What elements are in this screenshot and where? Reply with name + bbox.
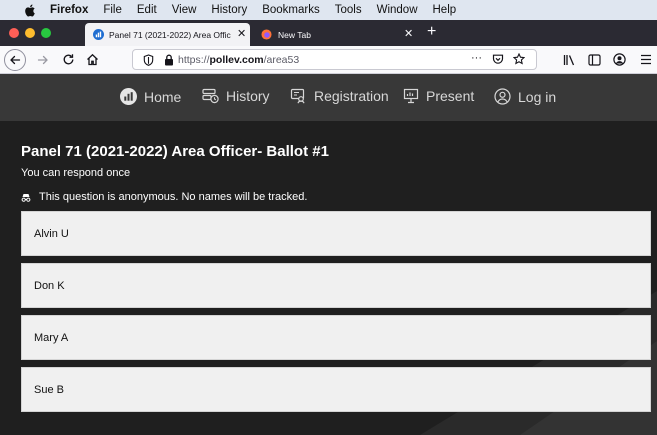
menu-edit[interactable]: Edit xyxy=(137,4,157,16)
sidebar-icon[interactable] xyxy=(588,54,601,66)
menu-app-name[interactable]: Firefox xyxy=(50,4,88,16)
nav-present-label: Present xyxy=(426,88,475,104)
nav-present[interactable]: Present xyxy=(403,88,474,104)
library-icon[interactable] xyxy=(563,54,576,66)
history-icon xyxy=(202,88,219,104)
poll-title: Panel 71 (2021-2022) Area Officer- Ballo… xyxy=(21,143,329,160)
user-icon xyxy=(494,88,511,105)
nav-home-label: Home xyxy=(144,88,182,105)
present-icon xyxy=(403,88,419,104)
menu-help[interactable]: Help xyxy=(433,4,457,16)
new-tab-button[interactable]: + xyxy=(427,23,436,41)
window-close-button[interactable] xyxy=(9,28,19,38)
site-nav: Home History Registration Present Log in xyxy=(0,74,657,121)
nav-history[interactable]: History xyxy=(202,88,270,104)
menu-view[interactable]: View xyxy=(172,4,197,16)
address-bar[interactable]: https://pollev.com/area53 ··· xyxy=(132,49,537,70)
tab-close-icon[interactable]: ✕ xyxy=(404,29,413,40)
tab-title: Panel 71 (2021-2022) Area Offic xyxy=(109,29,231,40)
apple-logo-icon[interactable] xyxy=(24,4,36,17)
padlock-icon[interactable] xyxy=(164,54,174,66)
window-zoom-button[interactable] xyxy=(41,28,51,38)
nav-history-label: History xyxy=(226,88,270,104)
reload-icon[interactable] xyxy=(62,53,75,66)
nav-home[interactable]: Home xyxy=(120,88,181,105)
choice-mary-a[interactable]: Mary A xyxy=(21,315,651,360)
arrow-left-icon xyxy=(10,55,21,65)
menu-tools[interactable]: Tools xyxy=(335,4,362,16)
tab-title: New Tab xyxy=(278,29,311,40)
home-icon[interactable] xyxy=(86,53,99,66)
url-path: /area53 xyxy=(263,53,300,66)
page-actions-more-icon[interactable]: ··· xyxy=(471,52,482,64)
nav-toolbar: https://pollev.com/area53 ··· xyxy=(0,46,657,74)
url-scheme: https:// xyxy=(178,53,210,66)
url-domain: pollev.com xyxy=(209,53,264,66)
choice-don-k[interactable]: Don K xyxy=(21,263,651,308)
poll-subtitle: You can respond once xyxy=(21,167,131,179)
back-button[interactable] xyxy=(4,49,26,71)
window-minimize-button[interactable] xyxy=(25,28,35,38)
url-text: https://pollev.com/area53 xyxy=(178,54,299,66)
menu-window[interactable]: Window xyxy=(377,4,418,16)
hamburger-menu-icon[interactable] xyxy=(640,54,652,65)
polleverywhere-favicon-icon xyxy=(93,29,104,40)
firefox-logo-icon xyxy=(261,29,272,40)
tab-active[interactable]: Panel 71 (2021-2022) Area Offic ✕ xyxy=(85,23,250,46)
menu-bookmarks[interactable]: Bookmarks xyxy=(262,4,320,16)
anonymous-notice: This question is anonymous. No names wil… xyxy=(21,191,307,203)
tab-strip: Panel 71 (2021-2022) Area Offic ✕ New Ta… xyxy=(0,20,657,46)
poll-main: Panel 71 (2021-2022) Area Officer- Ballo… xyxy=(0,121,657,435)
tab-new-tab[interactable]: New Tab ✕ xyxy=(252,23,422,46)
choice-alvin-u[interactable]: Alvin U xyxy=(21,211,651,256)
forward-arrow-icon[interactable] xyxy=(37,54,49,66)
choice-sue-b[interactable]: Sue B xyxy=(21,367,651,412)
nav-registration-label: Registration xyxy=(314,88,389,104)
account-icon[interactable] xyxy=(613,53,626,66)
menu-history[interactable]: History xyxy=(211,4,247,16)
macos-menu-bar: Firefox File Edit View History Bookmarks… xyxy=(0,0,657,20)
incognito-icon xyxy=(21,193,31,202)
registration-icon xyxy=(290,88,305,104)
tracking-shield-icon[interactable] xyxy=(143,53,154,66)
bookmark-star-icon[interactable] xyxy=(513,53,525,65)
nav-login-label: Log in xyxy=(518,88,557,105)
tab-close-icon[interactable]: ✕ xyxy=(237,29,246,40)
anonymous-notice-text: This question is anonymous. No names wil… xyxy=(39,191,308,203)
menu-file[interactable]: File xyxy=(103,4,122,16)
polleverywhere-logo-icon xyxy=(120,88,137,105)
nav-login[interactable]: Log in xyxy=(494,88,556,105)
pocket-icon[interactable] xyxy=(492,54,504,65)
nav-registration[interactable]: Registration xyxy=(290,88,389,104)
